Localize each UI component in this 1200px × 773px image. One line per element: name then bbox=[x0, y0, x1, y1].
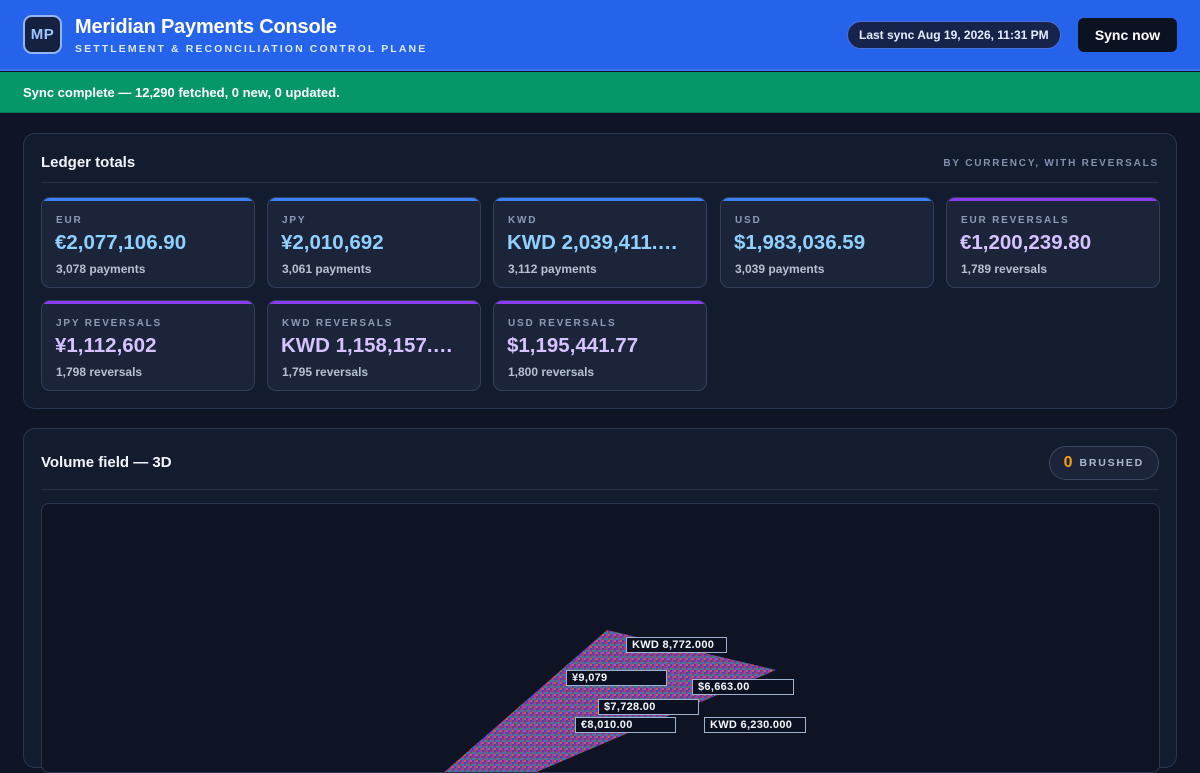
app-title: Meridian Payments Console bbox=[75, 16, 337, 38]
volume-tag-eur: €8,010.00 bbox=[575, 717, 676, 733]
card-label: USD REVERSALS bbox=[508, 318, 617, 329]
volume-divider bbox=[41, 489, 1159, 490]
ledger-card-kwd-reversals: KWD REVERSALS KWD 1,158,157.… 1,795 reve… bbox=[267, 300, 481, 391]
ledger-totals-panel: Ledger totals BY CURRENCY, WITH REVERSAL… bbox=[23, 133, 1177, 409]
sync-status-message: Sync complete — 12,290 fetched, 0 new, 0… bbox=[23, 85, 340, 100]
card-value: €1,200,239.80 bbox=[960, 231, 1092, 254]
ledger-totals-kicker: BY CURRENCY, WITH REVERSALS bbox=[943, 158, 1159, 169]
card-count: 3,078 payments bbox=[56, 262, 146, 276]
card-label: JPY REVERSALS bbox=[56, 318, 163, 329]
ledger-card-usd: USD $1,983,036.59 3,039 payments bbox=[720, 197, 934, 288]
card-count: 3,112 payments bbox=[508, 262, 597, 276]
card-count: 1,795 reversals bbox=[282, 365, 369, 379]
card-label: EUR REVERSALS bbox=[961, 215, 1070, 226]
sync-now-button[interactable]: Sync now bbox=[1078, 18, 1177, 52]
brushed-count: 0 bbox=[1063, 454, 1073, 471]
app-header: MP Meridian Payments Console SETTLEMENT … bbox=[0, 0, 1200, 71]
volume-field-title: Volume field — 3D bbox=[41, 454, 172, 471]
card-value: KWD 1,158,157.… bbox=[281, 334, 454, 357]
app-logo: MP bbox=[23, 15, 62, 54]
ledger-card-usd-reversals: USD REVERSALS $1,195,441.77 1,800 revers… bbox=[493, 300, 707, 391]
card-label: KWD REVERSALS bbox=[282, 318, 394, 329]
card-count: 1,798 reversals bbox=[56, 365, 143, 379]
card-label: KWD bbox=[508, 215, 538, 226]
card-label: JPY bbox=[282, 215, 307, 226]
card-value: €2,077,106.90 bbox=[55, 231, 187, 254]
card-count: 3,061 payments bbox=[282, 262, 372, 276]
volume-tag-jpy: ¥9,079 bbox=[566, 670, 667, 686]
ledger-totals-title: Ledger totals bbox=[41, 154, 136, 171]
card-value: KWD 2,039,411.… bbox=[507, 231, 678, 254]
ledger-card-jpy: JPY ¥2,010,692 3,061 payments bbox=[267, 197, 481, 288]
card-value: ¥1,112,602 bbox=[55, 334, 157, 357]
volume-tag-kwd: KWD 8,772.000 bbox=[626, 637, 727, 653]
ledger-card-kwd: KWD KWD 2,039,411.… 3,112 payments bbox=[493, 197, 707, 288]
card-count: 1,800 reversals bbox=[508, 365, 595, 379]
ledger-card-jpy-reversals: JPY REVERSALS ¥1,112,602 1,798 reversals bbox=[41, 300, 255, 391]
volume-tag-kwd-2: KWD 6,230.000 bbox=[704, 717, 806, 733]
card-value: $1,983,036.59 bbox=[734, 231, 866, 254]
card-count: 1,789 reversals bbox=[961, 262, 1048, 276]
last-sync-badge: Last sync Aug 19, 2026, 11:31 PM bbox=[847, 21, 1061, 49]
ledger-card-eur: EUR €2,077,106.90 3,078 payments bbox=[41, 197, 255, 288]
brushed-label: BRUSHED bbox=[1079, 457, 1144, 469]
card-label: USD bbox=[735, 215, 762, 226]
volume-tag-usd-2: $7,728.00 bbox=[598, 699, 699, 715]
ledger-card-eur-reversals: EUR REVERSALS €1,200,239.80 1,789 revers… bbox=[946, 197, 1160, 288]
brushed-count-badge[interactable]: 0 BRUSHED bbox=[1048, 446, 1159, 480]
card-value: $1,195,441.77 bbox=[507, 334, 639, 357]
sync-status-banner: Sync complete — 12,290 fetched, 0 new, 0… bbox=[0, 72, 1200, 113]
volume-tag-usd: $6,663.00 bbox=[692, 679, 794, 695]
card-count: 3,039 payments bbox=[735, 262, 825, 276]
app-subtitle: SETTLEMENT & RECONCILIATION CONTROL PLAN… bbox=[75, 43, 428, 55]
ledger-divider bbox=[41, 182, 1159, 183]
card-label: EUR bbox=[56, 215, 83, 226]
card-value: ¥2,010,692 bbox=[281, 231, 384, 254]
